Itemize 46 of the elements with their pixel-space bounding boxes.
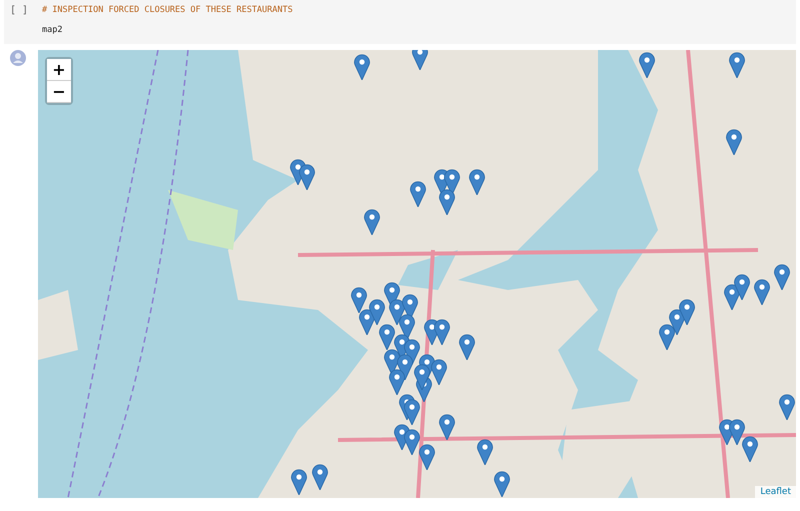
map-pin-icon[interactable] <box>379 324 395 350</box>
map-pin-icon[interactable] <box>729 52 745 78</box>
map-pin-icon[interactable] <box>679 299 695 325</box>
output-user-icon <box>10 50 26 66</box>
map-pin-icon[interactable] <box>439 414 455 440</box>
map-pin-icon[interactable] <box>639 52 655 78</box>
map-pin-icon[interactable] <box>410 181 426 207</box>
map-pin-icon[interactable] <box>412 50 428 70</box>
map-pin-icon[interactable] <box>469 169 485 195</box>
map-pin-icon[interactable] <box>389 299 405 325</box>
map-pin-icon[interactable] <box>299 164 315 190</box>
map-pin-icon[interactable] <box>444 169 460 195</box>
map-pin-icon[interactable] <box>404 399 420 425</box>
map-pin-icon[interactable] <box>494 471 510 497</box>
map-pin-icon[interactable] <box>364 209 380 235</box>
map-pin-icon[interactable] <box>431 359 447 385</box>
map-pin-icon[interactable] <box>774 264 790 290</box>
map-pin-icon[interactable] <box>414 364 430 390</box>
map-pin-icon[interactable] <box>659 324 675 350</box>
cell-prompt: [ ] <box>9 5 30 18</box>
map-pin-icon[interactable] <box>439 189 455 215</box>
map-pin-icon[interactable] <box>354 54 370 80</box>
zoom-in-button[interactable]: + <box>47 59 71 81</box>
map-pin-icon[interactable] <box>399 314 415 340</box>
code-cell[interactable]: [ ] # INSPECTION FORCED CLOSURES OF THESE RESTAURANTS map2 <box>4 0 796 44</box>
map-pin-icon[interactable] <box>459 334 475 360</box>
map-pin-icon[interactable] <box>434 319 450 345</box>
zoom-out-button[interactable]: − <box>47 81 71 103</box>
map-pin-icon[interactable] <box>404 429 420 455</box>
map-pin-icon[interactable] <box>351 287 367 313</box>
code-line: map2 <box>42 25 64 35</box>
map-pin-icon[interactable] <box>369 299 385 325</box>
map-pin-icon[interactable] <box>729 419 745 445</box>
map-pin-icon[interactable] <box>312 464 328 490</box>
map-view[interactable]: + − Leaflet <box>38 50 796 498</box>
map-pin-icon[interactable] <box>754 279 770 305</box>
map-pin-icon[interactable] <box>419 444 435 470</box>
map-pin-icon[interactable] <box>734 274 750 300</box>
map-pin-icon[interactable] <box>389 369 405 395</box>
map-pin-icon[interactable] <box>742 436 758 462</box>
map-pin-icon[interactable] <box>779 394 795 420</box>
map-pin-icon[interactable] <box>477 439 493 465</box>
code-comment: # INSPECTION FORCED CLOSURES OF THESE RESTAURANTS <box>42 5 293 15</box>
attribution-link[interactable]: Leaflet <box>755 486 796 498</box>
map-pin-icon[interactable] <box>291 469 307 495</box>
map-pin-icon[interactable] <box>726 129 742 155</box>
